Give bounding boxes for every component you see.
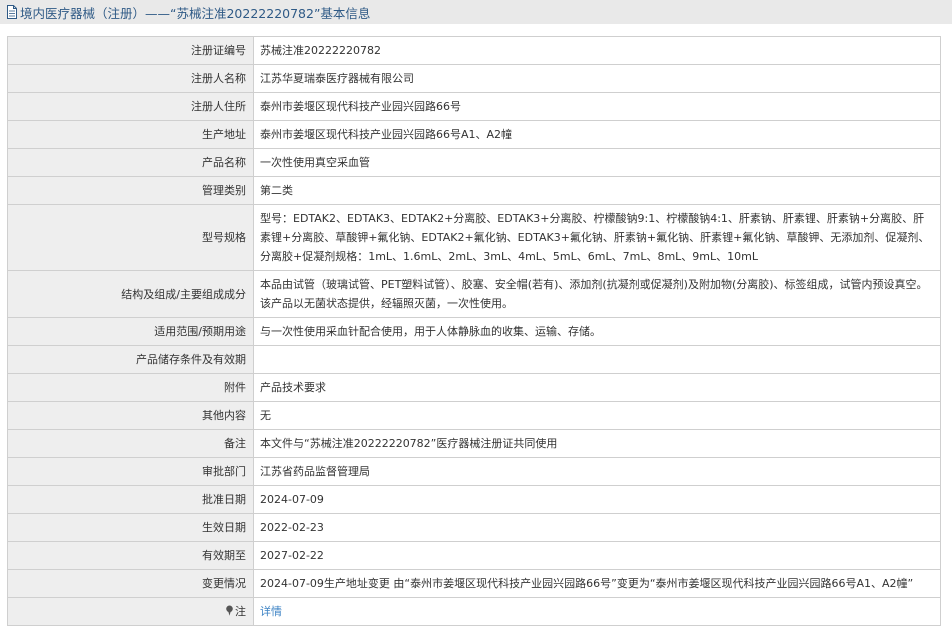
field-label: 注册证编号 — [7, 36, 254, 65]
field-label: 批准日期 — [7, 485, 254, 514]
field-value: 第二类 — [253, 176, 941, 205]
info-row-approval-date: 批准日期 2024-07-09 — [7, 485, 941, 514]
field-label: 审批部门 — [7, 457, 254, 486]
info-row-note: 注 详情 — [7, 597, 941, 626]
field-label: 生效日期 — [7, 513, 254, 542]
info-row-production-address: 生产地址 泰州市姜堰区现代科技产业园兴园路66号A1、A2幢 — [7, 120, 941, 149]
info-row-approval-dept: 审批部门 江苏省药品监督管理局 — [7, 457, 941, 486]
field-value — [253, 345, 941, 374]
info-row-product-name: 产品名称 一次性使用真空采血管 — [7, 148, 941, 177]
field-value: 型号：EDTAK2、EDTAK3、EDTAK2+分离胶、EDTAK3+分离胶、柠… — [253, 204, 941, 271]
document-icon — [6, 5, 18, 19]
field-label: 结构及组成/主要组成成分 — [7, 270, 254, 318]
info-row-reg-no: 注册证编号 苏械注准20222220782 — [7, 36, 941, 65]
field-label: 注 — [7, 597, 254, 626]
pin-icon — [225, 603, 234, 616]
page-title-bar: 境内医疗器械（注册）——“苏械注准20222220782”基本信息 — [0, 0, 952, 24]
info-row-attachment: 附件 产品技术要求 — [7, 373, 941, 402]
details-link[interactable]: 详情 — [260, 605, 282, 618]
info-row-composition: 结构及组成/主要组成成分 本品由试管（玻璃试管、PET塑料试管）、胶塞、安全帽(若… — [7, 270, 941, 318]
field-value: 泰州市姜堰区现代科技产业园兴园路66号A1、A2幢 — [253, 120, 941, 149]
field-value: 一次性使用真空采血管 — [253, 148, 941, 177]
field-value: 2022-02-23 — [253, 513, 941, 542]
info-row-model: 型号规格 型号：EDTAK2、EDTAK3、EDTAK2+分离胶、EDTAK3+分… — [7, 204, 941, 271]
field-value: 与一次性使用采血针配合使用，用于人体静脉血的收集、运输、存储。 — [253, 317, 941, 346]
field-label: 变更情况 — [7, 569, 254, 598]
field-label: 有效期至 — [7, 541, 254, 570]
field-value: 详情 — [253, 597, 941, 626]
field-value: 苏械注准20222220782 — [253, 36, 941, 65]
info-row-scope: 适用范围/预期用途 与一次性使用采血针配合使用，用于人体静脉血的收集、运输、存储。 — [7, 317, 941, 346]
device-info-table: 注册证编号 苏械注准20222220782 注册人名称 江苏华夏瑞泰医疗器械有限公司注… — [7, 36, 941, 626]
info-row-registrant: 注册人名称 江苏华夏瑞泰医疗器械有限公司 — [7, 64, 941, 93]
field-value: 2024-07-09 — [253, 485, 941, 514]
info-row-other: 其他内容无 — [7, 401, 941, 430]
field-value: 江苏华夏瑞泰医疗器械有限公司 — [253, 64, 941, 93]
info-row-effective-date: 生效日期 2022-02-23 — [7, 513, 941, 542]
field-value: 产品技术要求 — [253, 373, 941, 402]
field-label: 型号规格 — [7, 204, 254, 271]
field-label: 适用范围/预期用途 — [7, 317, 254, 346]
field-label: 其他内容 — [7, 401, 254, 430]
field-value: 本文件与“苏械注准20222220782”医疗器械注册证共同使用 — [253, 429, 941, 458]
field-value: 无 — [253, 401, 941, 430]
note-label: 注 — [235, 605, 246, 618]
field-label: 生产地址 — [7, 120, 254, 149]
info-row-category: 管理类别 第二类 — [7, 176, 941, 205]
info-row-changes: 变更情况 2024-07-09生产地址变更 由“泰州市姜堰区现代科技产业园兴园路6… — [7, 569, 941, 598]
field-label: 注册人名称 — [7, 64, 254, 93]
info-row-expiry-date: 有效期至 2027-02-22 — [7, 541, 941, 570]
field-value: 泰州市姜堰区现代科技产业园兴园路66号 — [253, 92, 941, 121]
info-row-remark: 备注 本文件与“苏械注准20222220782”医疗器械注册证共同使用 — [7, 429, 941, 458]
field-value: 江苏省药品监督管理局 — [253, 457, 941, 486]
field-label: 产品名称 — [7, 148, 254, 177]
field-value: 2024-07-09生产地址变更 由“泰州市姜堰区现代科技产业园兴园路66号”变… — [253, 569, 941, 598]
field-value: 本品由试管（玻璃试管、PET塑料试管）、胶塞、安全帽(若有)、添加剂(抗凝剂或促… — [253, 270, 941, 318]
page-title: 境内医疗器械（注册）——“苏械注准20222220782”基本信息 — [20, 5, 371, 21]
field-value: 2027-02-22 — [253, 541, 941, 570]
field-label: 产品储存条件及有效期 — [7, 345, 254, 374]
info-row-residence: 注册人住所 泰州市姜堰区现代科技产业园兴园路66号 — [7, 92, 941, 121]
field-label: 备注 — [7, 429, 254, 458]
field-label: 管理类别 — [7, 176, 254, 205]
field-label: 注册人住所 — [7, 92, 254, 121]
info-row-storage: 产品储存条件及有效期 — [7, 345, 941, 374]
field-label: 附件 — [7, 373, 254, 402]
